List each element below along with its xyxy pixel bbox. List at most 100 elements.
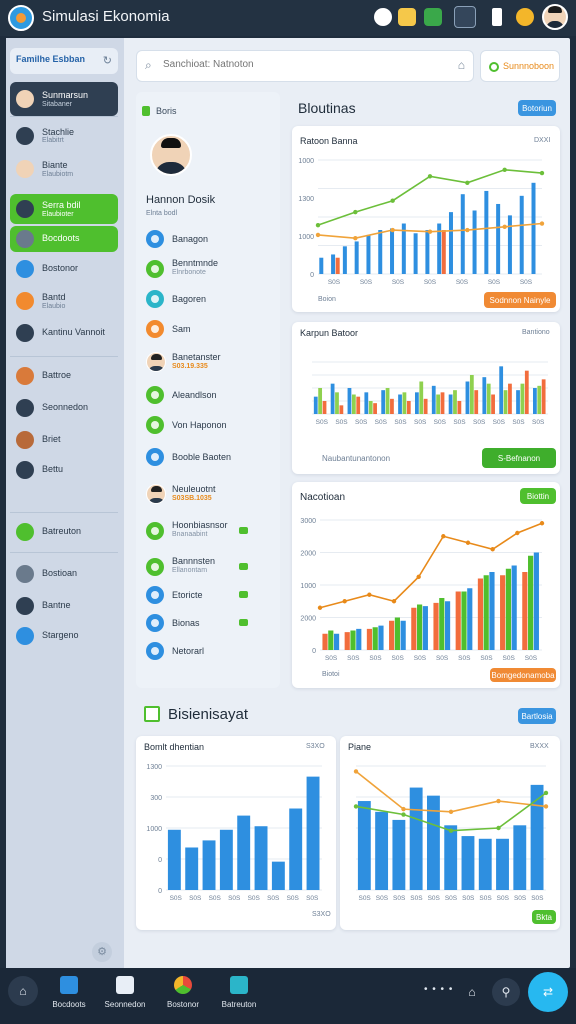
bar (533, 552, 539, 650)
bar (460, 194, 465, 274)
x-tick-label: S0S (358, 895, 371, 902)
search-bar[interactable]: ⌕ ⌂ (136, 50, 474, 82)
tray-user-icon[interactable]: ⚲ (492, 978, 520, 1006)
card5-button[interactable]: Bkta (532, 910, 556, 924)
contact-row[interactable]: Bannnsten Ellanontam (146, 556, 276, 578)
contact-row[interactable]: Booble Baoten (146, 446, 276, 468)
calendar-icon[interactable] (424, 8, 442, 26)
card3-button[interactable]: Biottin (520, 488, 556, 504)
bar (364, 392, 369, 414)
x-tick-label: S0S (393, 895, 406, 902)
contact-status-icon (146, 386, 164, 404)
search-input[interactable] (163, 59, 443, 70)
profile-photo[interactable] (150, 134, 192, 176)
sidebar-item-10[interactable]: Briet (10, 428, 118, 452)
trend-point (315, 232, 321, 238)
sidebar-header[interactable]: Familhe Esbban ↻ (10, 48, 118, 74)
x-tick-label: S0S (392, 279, 405, 286)
sidebar-item-6[interactable]: Bantd Elaubio (10, 286, 118, 316)
alert-icon[interactable] (492, 8, 502, 26)
trend-point (539, 170, 545, 176)
contact-row[interactable]: Hoonbiasnsor Bnanaabint (146, 520, 276, 542)
x-tick-label: S0S (488, 279, 501, 286)
chart-3: 3000 2000 1000 2000 0 S0S S0S S0S S0S S0S S0S S0S S0… (300, 518, 545, 662)
settings-gear-icon[interactable]: ⚙ (92, 942, 112, 962)
bar (436, 394, 441, 414)
profile-subtitle: Elnta bodl (146, 210, 178, 217)
taskbar-app-2[interactable]: Seonnedon (105, 976, 145, 1009)
sidebar-item-8[interactable]: Battroe (10, 364, 118, 388)
sidebar-item-0[interactable]: Sunmarsun Sitabaner (10, 82, 118, 116)
sidebar-item-sublabel: Sitabaner (42, 100, 72, 108)
contact-status-icon (146, 448, 164, 466)
contact-row[interactable]: Neuleuotnt S03SB.1035 (146, 484, 276, 506)
lock-icon[interactable]: ⌂ (458, 58, 465, 72)
contact-name: Banagon (172, 234, 209, 244)
bar (431, 385, 436, 414)
sidebar-item-3[interactable]: Serra bdil Elaubioter (10, 194, 118, 224)
contact-row[interactable]: Sam (146, 318, 276, 340)
sidebar-item-7[interactable]: Kantinu Vannoit (10, 320, 118, 346)
home-icon[interactable]: ⌂ (8, 976, 38, 1006)
sidebar-item-5[interactable]: Bostonor (10, 256, 118, 282)
contact-detail: Bnanaabint (172, 531, 208, 538)
bar (328, 630, 334, 650)
bank-icon (16, 461, 34, 479)
user-avatar[interactable] (542, 4, 568, 30)
contact-detail: S03.19.335 (172, 363, 208, 370)
bottom-section-button[interactable]: Bartlosia (518, 708, 556, 724)
trend-point (391, 599, 397, 604)
x-tick-label: S0S (503, 655, 516, 662)
contact-row[interactable]: Aleandlson (146, 384, 276, 406)
sidebar-item-2[interactable]: Biante Elaubiotm (10, 154, 118, 184)
card3-footer-button[interactable]: Bomgedonamoba (490, 668, 556, 682)
messages-icon[interactable] (398, 8, 416, 26)
top-section-button[interactable]: Botoriun (518, 100, 556, 116)
contact-row[interactable]: Bagoren (146, 288, 276, 310)
trend-point (441, 534, 446, 539)
contact-row[interactable]: Banetanster S03.19.335 (146, 352, 276, 374)
sidebar-item-14[interactable]: Bantne (10, 594, 118, 618)
bar (344, 632, 350, 650)
sidebar-item-9[interactable]: Seonnedon (10, 396, 118, 420)
sidebar-item-12[interactable]: Batreuton (10, 520, 118, 544)
contact-row[interactable]: Bionas (146, 612, 276, 634)
contact-row[interactable]: Netorarl (146, 640, 276, 662)
person-icon (16, 431, 34, 449)
taskbar-app-4[interactable]: Batreuton (222, 976, 256, 1009)
contact-row[interactable]: Benntmnde Elnrbonote (146, 258, 276, 280)
card1-button[interactable]: Sodnnon Nainyle (484, 292, 556, 308)
bar (453, 390, 457, 414)
sidebar-item-4[interactable]: Bocdoots (10, 226, 118, 252)
refresh-icon[interactable]: ↻ (103, 54, 112, 67)
bottom-section-icon (144, 706, 160, 722)
bar (378, 625, 384, 650)
contact-row[interactable]: Banagon (146, 228, 276, 250)
status-pill[interactable]: Sunnnoboon (480, 50, 560, 82)
bar (496, 838, 509, 890)
coins-icon[interactable] (516, 8, 534, 26)
tray-more-icon[interactable]: • • • • (424, 984, 453, 995)
card2-button[interactable]: S-Befnanon (482, 448, 556, 468)
contact-name: Bannnsten (172, 556, 216, 566)
app-2-icon (116, 976, 134, 994)
tray-network-icon[interactable]: ⇄ (528, 972, 568, 1012)
sidebar-item-1[interactable]: Stachlie Elabitrt (10, 122, 118, 150)
chart-5: S0S S0S S0S S0S S0S S0S S0S S0S S0S S0S S0S (353, 765, 549, 902)
contact-row[interactable]: Von Haponon (146, 414, 276, 436)
tray-lock-icon[interactable]: ⌂ (458, 978, 486, 1006)
contact-row[interactable]: Etoricte (146, 584, 276, 606)
taskbar-app-3[interactable]: Bostonor (166, 976, 200, 1009)
notification-icon[interactable] (374, 8, 392, 26)
sidebar-item-15[interactable]: Stargeno (10, 624, 118, 648)
bar (322, 633, 328, 650)
x-tick-label: S0S (170, 895, 183, 902)
grid-view-icon[interactable] (454, 6, 476, 28)
bar (511, 565, 517, 650)
sidebar-item-13[interactable]: Bostioan (10, 562, 118, 586)
sidebar-item-11[interactable]: Bettu (10, 458, 118, 482)
contact-name: Netorarl (172, 646, 205, 656)
bar (356, 396, 361, 414)
taskbar-app-1[interactable]: Bocdoots (52, 976, 86, 1009)
contact-status-icon (146, 614, 164, 632)
